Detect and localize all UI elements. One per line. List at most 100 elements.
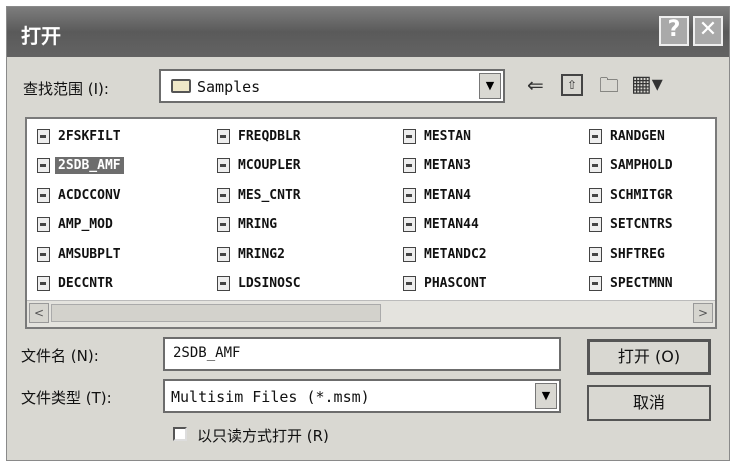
file-icon — [37, 187, 50, 203]
look-in-value: Samples — [197, 78, 261, 96]
file-item[interactable]: DECCNTR — [37, 273, 116, 295]
filetype-label: 文件类型 (T): — [21, 389, 112, 407]
file-name: RANDGEN — [610, 128, 665, 144]
file-icon — [403, 276, 416, 291]
file-name: MES_CNTR — [238, 187, 301, 203]
file-icon — [217, 187, 230, 203]
filename-input[interactable]: 2SDB_AMF — [163, 337, 561, 371]
file-icon — [37, 158, 50, 173]
dialog-title: 打开 — [21, 24, 61, 48]
file-item[interactable]: METAN44 — [403, 214, 482, 236]
open-button[interactable]: 打开 (O) — [587, 339, 711, 375]
file-item[interactable]: METANDC2 — [403, 243, 490, 265]
file-icon — [403, 187, 416, 203]
file-name: ACDCCONV — [58, 187, 121, 203]
file-item[interactable]: MES_CNTR — [217, 184, 304, 206]
file-icon — [217, 128, 230, 144]
scroll-right-icon[interactable]: > — [693, 303, 713, 323]
back-arrow-icon[interactable]: ⇐ — [527, 71, 544, 99]
folder-icon — [171, 79, 191, 93]
file-item[interactable]: MRING2 — [217, 243, 288, 265]
cancel-button[interactable]: 取消 — [587, 385, 711, 421]
file-icon — [403, 158, 416, 173]
file-name: AMSUBPLT — [58, 246, 121, 262]
file-item[interactable]: SPECTMNN — [589, 273, 676, 295]
file-name: SHFTREG — [610, 246, 665, 262]
filetype-dropdown[interactable]: Multisim Files (*.msm) ▼ — [163, 379, 561, 413]
file-icon — [589, 158, 602, 173]
up-folder-icon[interactable]: ⇧ — [561, 74, 583, 96]
file-icon — [217, 217, 230, 232]
view-menu-icon[interactable]: ▦▾ — [631, 71, 663, 99]
file-item[interactable]: FREQDBLR — [217, 125, 304, 147]
file-icon — [403, 217, 416, 232]
file-item[interactable]: ACDCCONV — [37, 184, 124, 206]
file-item[interactable]: METAN3 — [403, 155, 474, 177]
readonly-checkbox[interactable] — [173, 427, 187, 441]
file-name: MRING2 — [238, 246, 285, 262]
file-name: METAN3 — [424, 158, 471, 173]
new-folder-icon[interactable]: 🗀 — [599, 71, 619, 99]
file-item[interactable]: PHASCONT — [403, 273, 490, 295]
filetype-value: Multisim Files (*.msm) — [171, 388, 370, 406]
look-in-dropdown[interactable]: Samples ▼ — [159, 69, 505, 103]
file-icon — [403, 128, 416, 144]
file-item[interactable]: SCHMITGR — [589, 184, 676, 206]
file-icon — [217, 158, 230, 173]
open-dialog: 打开 ? ✕ 查找范围 (I): Samples ▼ ⇐ ⇧ 🗀 ▦▾ SPEC… — [6, 6, 730, 461]
file-item[interactable]: MESTAN — [403, 125, 474, 147]
horizontal-scrollbar[interactable]: < > — [27, 300, 715, 327]
file-icon — [217, 276, 230, 291]
file-icon — [403, 246, 416, 262]
file-name: FREQDBLR — [238, 128, 301, 144]
file-item[interactable]: 2SDB_AMF — [37, 155, 124, 177]
file-icon — [217, 246, 230, 262]
file-item[interactable]: SHFTREG — [589, 243, 668, 265]
file-name: MRING — [238, 217, 278, 232]
file-item[interactable]: AMSUBPLT — [37, 243, 124, 265]
file-name: METAN4 — [424, 187, 471, 203]
file-item[interactable]: RANDGEN — [589, 125, 668, 147]
file-icon — [37, 246, 50, 262]
file-name: METAN44 — [424, 217, 479, 232]
file-item[interactable]: LDSINOSC — [217, 273, 304, 295]
file-item[interactable]: SAMPHOLD — [589, 155, 676, 177]
file-name: SPECTMNN — [610, 276, 673, 291]
file-list[interactable]: SPECTMNN SHFTREG SETCNTRS SCHMITGR SAMPHOLD R… — [25, 117, 717, 329]
file-name: MCOUPLER — [238, 158, 301, 173]
file-item[interactable]: MRING — [217, 214, 280, 236]
file-name: SETCNTRS — [610, 217, 673, 232]
file-item[interactable]: MCOUPLER — [217, 155, 304, 177]
file-icon — [589, 128, 602, 144]
file-icon — [589, 276, 602, 291]
file-name: LDSINOSC — [238, 276, 301, 291]
scroll-thumb[interactable] — [51, 304, 381, 322]
file-icon — [37, 128, 50, 144]
dropdown-arrow-icon[interactable]: ▼ — [479, 73, 501, 99]
filename-label: 文件名 (N): — [21, 347, 99, 365]
file-icon — [37, 217, 50, 232]
file-name: AMP_MOD — [58, 217, 113, 232]
readonly-label: 以只读方式打开 (R) — [197, 427, 329, 445]
dropdown-arrow-icon[interactable]: ▼ — [535, 383, 557, 409]
file-name: SAMPHOLD — [610, 158, 673, 173]
file-name: SCHMITGR — [610, 187, 673, 203]
title-bar[interactable]: 打开 ? ✕ — [7, 7, 729, 57]
scroll-left-icon[interactable]: < — [29, 303, 49, 323]
file-name: METANDC2 — [424, 246, 487, 262]
file-name: DECCNTR — [58, 276, 113, 291]
close-button[interactable]: ✕ — [693, 16, 723, 46]
file-name: 2SDB_AMF — [55, 157, 124, 174]
file-name: PHASCONT — [424, 276, 487, 291]
file-name: MESTAN — [424, 128, 471, 144]
look-in-label: 查找范围 (I): — [23, 80, 109, 98]
file-item[interactable]: METAN4 — [403, 184, 474, 206]
file-icon — [589, 187, 602, 203]
help-button[interactable]: ? — [659, 16, 689, 46]
file-item[interactable]: 2FSKFILT — [37, 125, 124, 147]
file-item[interactable]: AMP_MOD — [37, 214, 116, 236]
file-item[interactable]: SETCNTRS — [589, 214, 676, 236]
file-icon — [589, 217, 602, 232]
file-name: 2FSKFILT — [58, 128, 121, 144]
file-icon — [37, 276, 50, 291]
